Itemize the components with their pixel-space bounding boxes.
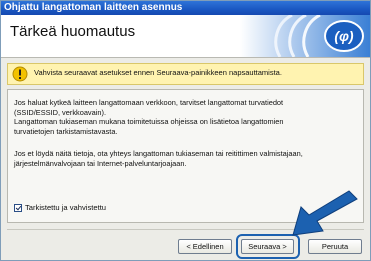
- arrow-icon: [292, 190, 358, 236]
- wizard-window: Ohjattu langattoman laitteen asennus Tär…: [0, 0, 371, 261]
- back-button[interactable]: < Edellinen: [178, 239, 232, 254]
- checkbox-label: Tarkistettu ja vahvistettu: [25, 203, 107, 212]
- confirm-checkbox[interactable]: Tarkistettu ja vahvistettu: [14, 203, 106, 212]
- text-line: Jos et löydä näitä tietoja, ota yhteys l…: [14, 149, 303, 158]
- notice-bar: Vahvista seuraavat asetukset ennen Seura…: [7, 63, 364, 85]
- paragraph-contact-info: Jos et löydä näitä tietoja, ota yhteys l…: [14, 149, 358, 168]
- wireless-icon: (φ): [240, 15, 370, 57]
- notice-text: Vahvista seuraavat asetukset ennen Seura…: [34, 68, 282, 77]
- svg-text:(φ): (φ): [334, 28, 354, 44]
- warning-icon: [12, 66, 28, 82]
- text-line: Langattoman tukiaseman mukana toimitetui…: [14, 117, 284, 127]
- text-line: järjestelmänvalvojaan tai Internet-palve…: [14, 158, 187, 168]
- wizard-header: Tärkeä huomautus (φ): [1, 15, 370, 58]
- text-line: (SSID/ESSID, verkkoavain).: [14, 107, 107, 117]
- text-line: turvatietojen tarkistamistavasta.: [14, 126, 118, 136]
- window-title: Ohjattu langattoman laitteen asennus: [1, 1, 370, 15]
- page-title: Tärkeä huomautus: [10, 23, 136, 40]
- paragraph-security-info: Jos haluat kytkeä laitteen langattomaan …: [14, 98, 358, 136]
- text-line: Jos haluat kytkeä laitteen langattomaan …: [14, 98, 284, 107]
- checkbox-box[interactable]: [14, 203, 22, 212]
